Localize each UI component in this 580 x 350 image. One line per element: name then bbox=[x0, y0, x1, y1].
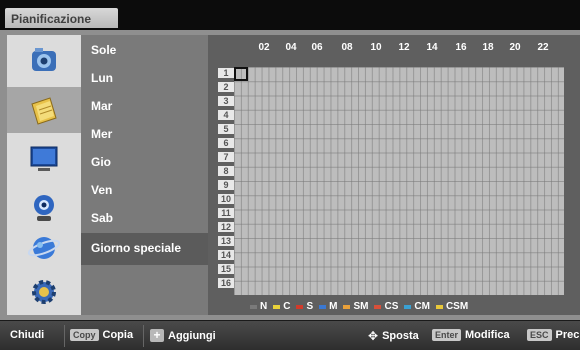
legend-swatch bbox=[296, 304, 304, 309]
monitor-icon bbox=[30, 146, 58, 171]
day-item-mer[interactable]: Mer bbox=[81, 121, 208, 149]
copy-button[interactable]: Copy Copia bbox=[70, 329, 133, 341]
legend-label: N bbox=[260, 301, 268, 312]
hour-label: 06 bbox=[311, 42, 323, 53]
row-label: 3 bbox=[218, 96, 234, 106]
legend-item: SM bbox=[343, 301, 368, 312]
legend-label: C bbox=[283, 301, 291, 312]
hour-label: 18 bbox=[482, 42, 494, 53]
hour-label: 16 bbox=[455, 42, 467, 53]
day-item-gio[interactable]: Gio bbox=[81, 149, 208, 177]
day-item-ven[interactable]: Ven bbox=[81, 177, 208, 205]
legend-label: SM bbox=[353, 301, 369, 312]
day-list: Sole Lun Mar Mer Gio Ven Sab Giorno spec… bbox=[81, 35, 208, 315]
legend-label: M bbox=[329, 301, 338, 312]
move-hint: ✥ Sposta bbox=[368, 329, 419, 343]
hour-label: 22 bbox=[537, 42, 549, 53]
legend-label: CM bbox=[414, 301, 430, 312]
camera-icon bbox=[32, 48, 56, 71]
arrows-icon: ✥ bbox=[368, 329, 379, 343]
legend-item: CM bbox=[404, 301, 430, 312]
hour-label: 04 bbox=[285, 42, 297, 53]
legend-swatch bbox=[374, 304, 382, 309]
grid-cursor[interactable] bbox=[234, 67, 248, 81]
modify-label: Modifica bbox=[465, 329, 510, 341]
network-globe-icon bbox=[27, 237, 61, 259]
menu-item-network[interactable] bbox=[7, 225, 81, 271]
hour-label: 20 bbox=[509, 42, 521, 53]
main-panel: Sole Lun Mar Mer Gio Ven Sab Giorno spec… bbox=[0, 30, 580, 320]
legend-label: CS bbox=[384, 301, 399, 312]
menu-item-system[interactable] bbox=[7, 269, 81, 315]
legend-label: S bbox=[306, 301, 314, 312]
row-label: 1 bbox=[218, 68, 234, 78]
title-bar: Pianificazione bbox=[0, 0, 580, 30]
gear-icon bbox=[32, 280, 56, 304]
menu-item-schedule[interactable] bbox=[7, 87, 81, 133]
divider bbox=[64, 325, 65, 347]
plus-icon: + bbox=[150, 329, 164, 342]
legend-swatch bbox=[273, 304, 281, 309]
row-label: 5 bbox=[218, 124, 234, 134]
calendar-icon bbox=[31, 97, 57, 125]
legend: N C S M SM CS CM CSM bbox=[250, 301, 468, 312]
schedule-grid-area: 02 04 06 08 10 12 14 16 18 20 22 1 2 3 4… bbox=[208, 35, 580, 315]
legend-swatch bbox=[250, 304, 257, 309]
legend-item: CS bbox=[374, 301, 398, 312]
day-item-sab[interactable]: Sab bbox=[81, 205, 208, 233]
close-button[interactable]: Chiudi bbox=[10, 329, 44, 341]
row-label: 16 bbox=[218, 278, 234, 288]
menu-item-display[interactable] bbox=[7, 136, 81, 182]
menu-icon-column bbox=[7, 35, 81, 315]
divider bbox=[143, 325, 144, 347]
legend-swatch bbox=[435, 304, 443, 309]
esc-key-icon: ESC bbox=[527, 329, 552, 341]
day-item-mar[interactable]: Mar bbox=[81, 93, 208, 121]
hour-label: 12 bbox=[398, 42, 410, 53]
legend-item: N bbox=[250, 301, 267, 312]
row-label: 13 bbox=[218, 236, 234, 246]
legend-swatch bbox=[404, 304, 412, 309]
prev-label: Prec. bbox=[555, 329, 580, 341]
row-label: 14 bbox=[218, 250, 234, 260]
day-item-lun[interactable]: Lun bbox=[81, 65, 208, 93]
close-label: Chiudi bbox=[10, 329, 45, 341]
legend-swatch bbox=[319, 304, 327, 309]
row-label: 6 bbox=[218, 138, 234, 148]
legend-item: CSM bbox=[435, 301, 469, 312]
day-item-sole[interactable]: Sole bbox=[81, 37, 208, 65]
row-label: 15 bbox=[218, 264, 234, 274]
copy-label: Copia bbox=[102, 329, 134, 341]
modify-button[interactable]: Enter Modifica bbox=[432, 329, 510, 341]
row-label: 7 bbox=[218, 152, 234, 162]
enter-key-icon: Enter bbox=[432, 329, 462, 341]
row-label: 12 bbox=[218, 222, 234, 232]
hour-label: 02 bbox=[258, 42, 270, 53]
add-label: Aggiungi bbox=[168, 329, 216, 342]
add-button[interactable]: + Aggiungi bbox=[150, 329, 216, 342]
hour-label: 10 bbox=[370, 42, 382, 53]
move-label: Sposta bbox=[382, 330, 419, 342]
legend-label: CSM bbox=[445, 301, 469, 312]
legend-item: M bbox=[319, 301, 337, 312]
row-label: 4 bbox=[218, 110, 234, 120]
row-label: 8 bbox=[218, 166, 234, 176]
hour-label: 14 bbox=[426, 42, 438, 53]
day-item-giorno-speciale[interactable]: Giorno speciale bbox=[81, 233, 208, 265]
hour-label: 08 bbox=[341, 42, 353, 53]
webcam-icon bbox=[34, 195, 54, 221]
window-title-tab: Pianificazione bbox=[5, 8, 118, 28]
row-label: 9 bbox=[218, 180, 234, 190]
bottom-bar: Chiudi Copy Copia + Aggiungi ✥ Sposta En… bbox=[0, 320, 580, 350]
legend-swatch bbox=[343, 304, 351, 309]
row-label: 10 bbox=[218, 194, 234, 204]
copy-key-icon: Copy bbox=[70, 329, 99, 341]
legend-item: S bbox=[296, 301, 313, 312]
prev-button[interactable]: ESC Prec. bbox=[527, 329, 580, 341]
menu-item-camera[interactable] bbox=[7, 38, 81, 84]
schedule-grid[interactable] bbox=[234, 67, 564, 295]
row-label: 11 bbox=[218, 208, 234, 218]
legend-item: C bbox=[273, 301, 290, 312]
row-label: 2 bbox=[218, 82, 234, 92]
